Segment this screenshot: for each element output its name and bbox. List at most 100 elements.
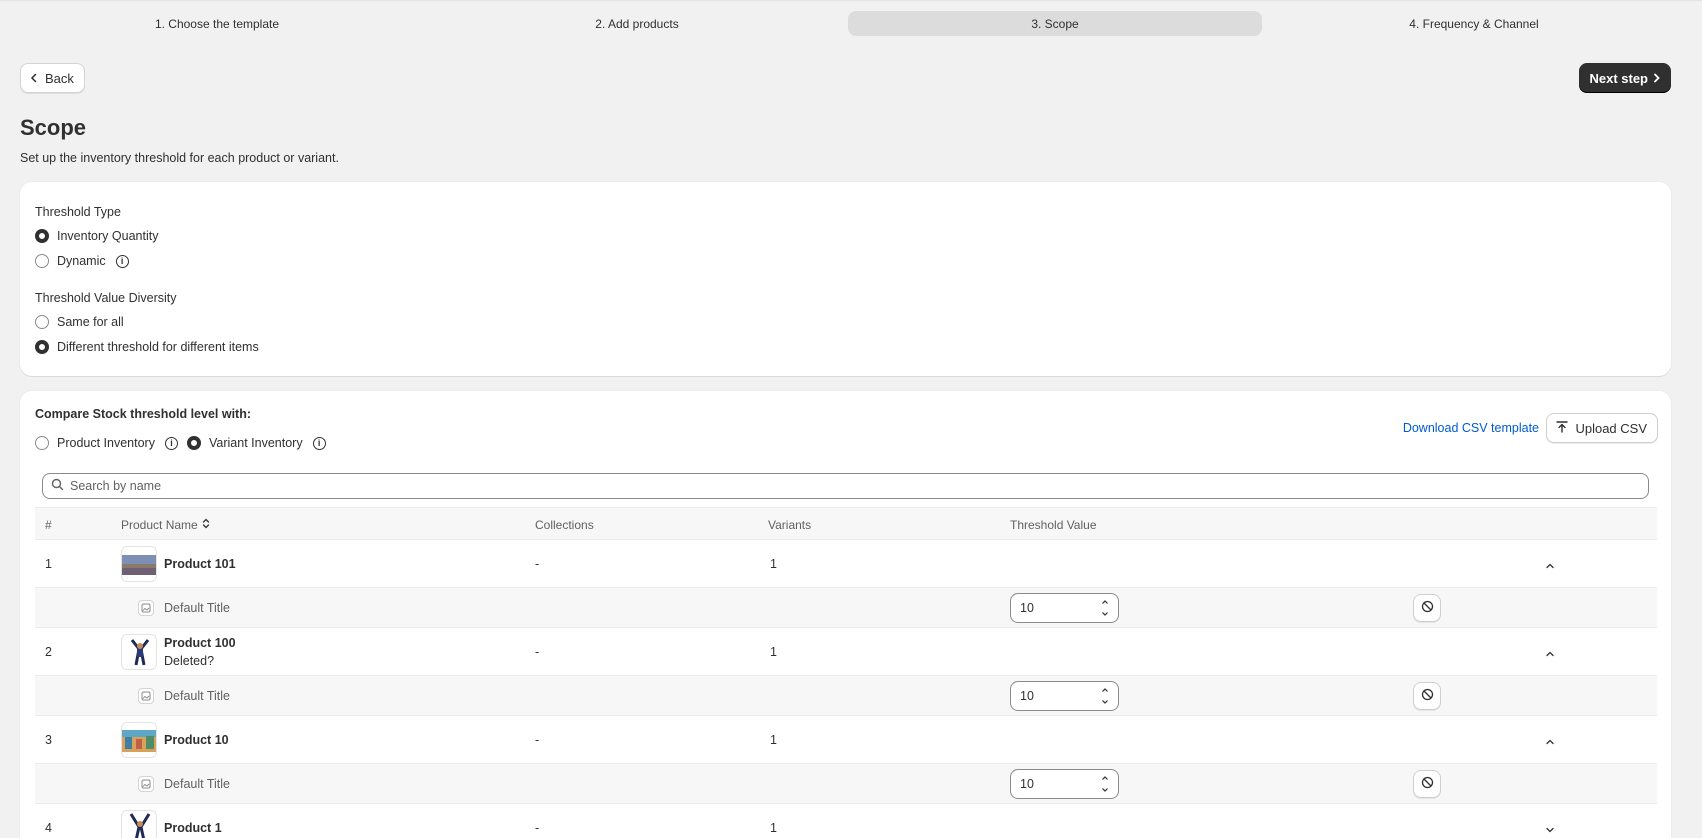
info-icon[interactable]: i [164, 436, 178, 450]
exclude-button[interactable] [1413, 594, 1441, 622]
decrement-icon[interactable] [1097, 609, 1113, 619]
upload-csv-label: Upload CSV [1575, 420, 1647, 436]
threshold-input-value: 10 [1020, 777, 1034, 791]
stepper-control[interactable] [1096, 685, 1114, 707]
chevron-up-icon[interactable] [1545, 558, 1555, 573]
table-row[interactable]: 3 Product 10 - 1 [35, 716, 1657, 764]
variant-row: Default Title 10 [35, 676, 1657, 716]
search-input[interactable] [70, 479, 1570, 493]
variant-title: Default Title [164, 601, 231, 615]
decrement-icon[interactable] [1097, 697, 1113, 707]
upload-csv-button[interactable]: Upload CSV [1546, 413, 1658, 443]
row-number: 1 [45, 557, 52, 571]
variant-title: Default Title [164, 689, 231, 703]
search-icon [51, 478, 64, 494]
threshold-input[interactable]: 10 [1010, 681, 1119, 711]
block-icon [1421, 688, 1434, 704]
variant-row: Default Title 10 [35, 588, 1657, 628]
image-placeholder-icon [138, 600, 154, 616]
step-add-products[interactable]: 2. Add products [430, 11, 844, 36]
header-number: # [45, 518, 52, 532]
threshold-input[interactable]: 10 [1010, 593, 1119, 623]
product-name[interactable]: Product 100 [164, 636, 236, 650]
product-thumbnail [121, 722, 157, 758]
radio-label: Inventory Quantity [57, 229, 159, 243]
stepper-control[interactable] [1096, 597, 1114, 619]
back-button[interactable]: Back [20, 63, 85, 93]
products-table: # Product Name Collections Variants Thre… [35, 507, 1657, 838]
variants-count: 1 [770, 821, 777, 835]
table-row[interactable]: 4 Product 1 - 1 [35, 804, 1657, 838]
table-row[interactable]: 2 Product 100 Deleted? - 1 [35, 628, 1657, 676]
chevron-up-icon[interactable] [1545, 734, 1555, 749]
chevron-right-icon [1652, 71, 1661, 86]
block-icon [1421, 776, 1434, 792]
exclude-button[interactable] [1413, 682, 1441, 710]
header-variants: Variants [768, 518, 812, 532]
radio-inventory-quantity[interactable]: Inventory Quantity [35, 229, 158, 243]
step-choose-template[interactable]: 1. Choose the template [10, 11, 424, 36]
image-placeholder-icon [138, 776, 154, 792]
step-scope[interactable]: 3. Scope [848, 11, 1262, 36]
variant-row: Default Title 10 [35, 764, 1657, 804]
product-thumbnail [121, 546, 157, 582]
radio-unselected-icon [35, 254, 49, 268]
stepper-control[interactable] [1096, 773, 1114, 795]
row-number: 3 [45, 733, 52, 747]
product-name[interactable]: Product 1 [164, 821, 222, 835]
threshold-input-value: 10 [1020, 601, 1034, 615]
increment-icon[interactable] [1097, 773, 1113, 783]
next-step-button[interactable]: Next step [1579, 63, 1671, 93]
page-subtitle: Set up the inventory threshold for each … [20, 151, 339, 165]
product-thumbnail [121, 634, 157, 670]
sort-icon[interactable] [202, 518, 210, 532]
radio-selected-icon [187, 436, 201, 450]
threshold-input[interactable]: 10 [1010, 769, 1119, 799]
collections-value: - [535, 645, 540, 659]
variants-count: 1 [770, 557, 777, 571]
step-frequency-channel[interactable]: 4. Frequency & Channel [1267, 11, 1681, 36]
chevron-up-icon[interactable] [1545, 646, 1555, 661]
header-product-name[interactable]: Product Name [121, 518, 210, 532]
radio-label: Variant Inventory [209, 436, 303, 450]
radio-dynamic[interactable]: Dynamic i [35, 254, 129, 268]
variants-count: 1 [770, 645, 777, 659]
next-step-label: Next step [1589, 70, 1648, 86]
header-threshold-value: Threshold Value [1010, 518, 1097, 532]
radio-unselected-icon [35, 436, 49, 450]
threshold-settings-card: Threshold Type Inventory Quantity Dynami… [20, 182, 1671, 376]
chevron-left-icon [29, 71, 39, 86]
exclude-button[interactable] [1413, 770, 1441, 798]
product-threshold-card: Compare Stock threshold level with: Prod… [20, 391, 1671, 838]
radio-selected-icon [35, 229, 49, 243]
threshold-type-label: Threshold Type [35, 205, 121, 219]
info-icon[interactable]: i [312, 436, 326, 450]
radio-same-for-all[interactable]: Same for all [35, 315, 124, 329]
radio-selected-icon [35, 340, 49, 354]
threshold-input-value: 10 [1020, 689, 1034, 703]
chevron-down-icon[interactable] [1545, 822, 1555, 837]
diversity-label: Threshold Value Diversity [35, 291, 177, 305]
row-number: 4 [45, 821, 52, 835]
radio-different-threshold[interactable]: Different threshold for different items [35, 340, 259, 354]
collections-value: - [535, 733, 540, 747]
variant-title: Default Title [164, 777, 231, 791]
header-collections: Collections [535, 518, 594, 532]
product-name[interactable]: Product 10 [164, 733, 229, 747]
table-header: # Product Name Collections Variants Thre… [35, 507, 1657, 540]
info-icon[interactable]: i [115, 254, 129, 268]
radio-product-inventory[interactable]: Product Inventory i [35, 436, 178, 450]
increment-icon[interactable] [1097, 685, 1113, 695]
radio-label: Product Inventory [57, 436, 155, 450]
header-product-name-label: Product Name [121, 518, 198, 532]
product-name[interactable]: Product 101 [164, 557, 236, 571]
radio-unselected-icon [35, 315, 49, 329]
stepper: 1. Choose the template 2. Add products 3… [0, 0, 1702, 44]
decrement-icon[interactable] [1097, 785, 1113, 795]
row-number: 2 [45, 645, 52, 659]
table-row[interactable]: 1 Product 101 - 1 [35, 540, 1657, 588]
download-csv-template-link[interactable]: Download CSV template [1403, 421, 1539, 435]
radio-variant-inventory[interactable]: Variant Inventory i [187, 436, 326, 450]
search-field[interactable] [42, 473, 1649, 499]
increment-icon[interactable] [1097, 597, 1113, 607]
